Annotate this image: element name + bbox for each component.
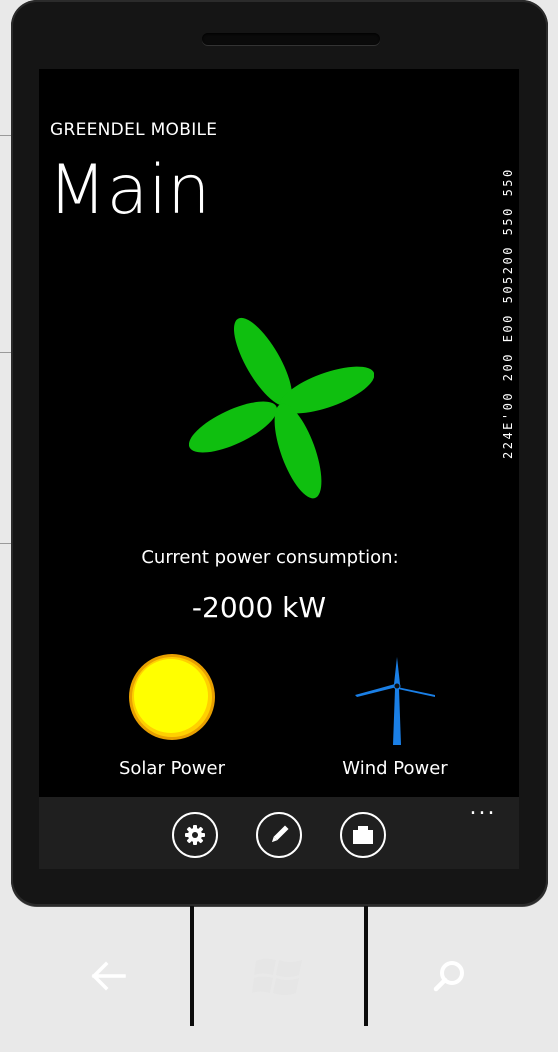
consumption-label: Current power consumption: [141, 547, 399, 568]
application-bar: ... [39, 797, 519, 869]
hardware-button-row [0, 906, 558, 1052]
folder-icon [353, 826, 373, 844]
settings-button[interactable] [172, 812, 218, 858]
solar-power-button[interactable]: Solar Power [92, 653, 252, 779]
consumption-value: -2000 kW [191, 591, 327, 624]
app-title: GREENDEL MOBILE [50, 120, 218, 140]
debug-readout: 224E'00 200 E00 505200 550 550 [501, 167, 515, 459]
solar-power-label: Solar Power [118, 758, 225, 779]
hardware-divider [190, 906, 194, 1026]
folder-button[interactable] [340, 812, 386, 858]
more-options-button[interactable]: ... [463, 797, 503, 821]
search-button[interactable] [405, 936, 495, 1016]
search-icon [433, 961, 464, 992]
edit-button[interactable] [256, 812, 302, 858]
wind-power-button[interactable]: Wind Power [315, 653, 475, 779]
phone-screen: GREENDEL MOBILE Main 224E'00 200 E00 505… [39, 69, 519, 869]
page-title: Main [48, 151, 211, 230]
sun-icon [129, 654, 215, 740]
wind-turbine-icon [355, 657, 435, 745]
back-button[interactable] [64, 936, 154, 1016]
edit-pencil-icon [271, 825, 289, 843]
windows-start-icon [252, 958, 302, 995]
start-button[interactable] [233, 936, 323, 1016]
greendel-leaf-logo-icon [189, 317, 374, 499]
back-arrow-icon [91, 961, 126, 991]
settings-gear-icon [185, 825, 205, 845]
hardware-divider [364, 906, 368, 1026]
wind-power-label: Wind Power [342, 758, 448, 779]
earpiece-speaker [202, 33, 380, 45]
